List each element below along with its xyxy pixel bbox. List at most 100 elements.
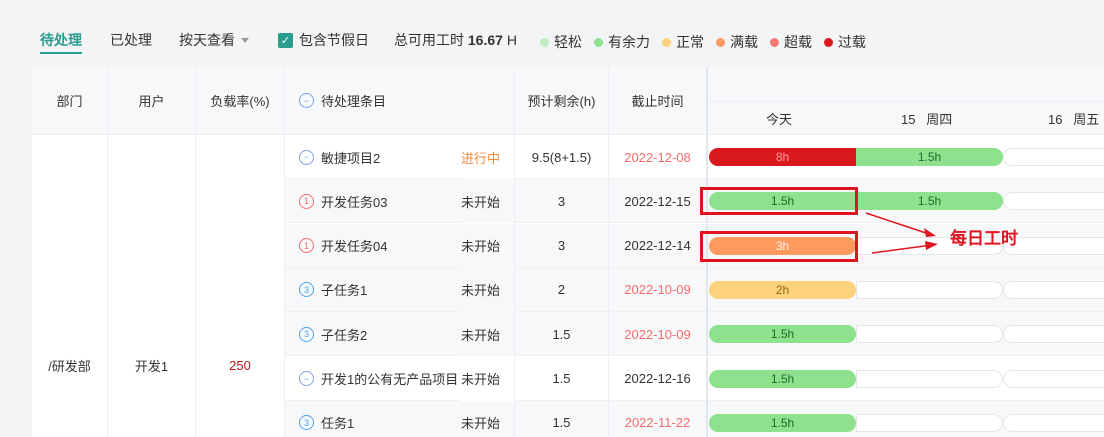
collapse-icon[interactable]: − [299,149,314,165]
legend-item: 正常 [662,32,704,52]
tab-pending[interactable]: 待处理 [40,30,82,50]
item-name-cell: 3 子任务2 [285,312,461,356]
daily-hours-bar[interactable]: 1.5h [856,148,1003,166]
col-dept: 部门 [32,67,108,135]
item-name-cell: 1 开发任务03 [285,179,461,223]
daily-hours-bar[interactable]: 1.5h [709,413,856,432]
table-row[interactable]: − 敏捷项目2 进行中 9.5(8+1.5) 2022-12-08 8h 1.5h [285,135,1104,179]
empty-hours-bar [1003,148,1104,166]
annotation-box-1 [700,187,858,215]
item-remaining: 1.5 [515,312,609,357]
item-name-cell: 3 任务1 [285,401,461,437]
table-row[interactable]: 3 任务1 未开始 1.5 2022-11-22 1.5h [285,400,1104,437]
empty-hours-bar [1003,280,1104,299]
item-status: 未开始 [461,312,515,357]
col-items: − 待处理条目 [285,67,515,135]
priority-icon: 3 [299,415,314,431]
tab-processed[interactable]: 已处理 [110,30,152,50]
day-15: 15 周四 [901,112,953,127]
dept-cell: /研发部 [32,135,108,437]
empty-hours-bar [1003,325,1104,344]
active-tab-indicator [40,52,82,54]
view-select[interactable]: 按天查看 [179,30,249,50]
daily-hours-bar[interactable]: 8h [709,148,856,166]
item-name[interactable]: 子任务1 [321,280,367,299]
legend-dot-icon [824,37,833,47]
legend-item: 有余力 [594,32,650,52]
item-name-cell: − 敏捷项目2 [285,135,461,179]
holiday-checkbox[interactable]: ✓ 包含节假日 [278,30,369,50]
day-today: 今天 [766,112,793,127]
col-deadline: 截止时间 [609,67,708,135]
empty-hours-bar [856,413,1003,432]
legend-dot-icon [770,37,779,47]
legend-label: 正常 [676,34,704,50]
priority-icon: 3 [299,282,314,298]
legend-dot-icon [662,37,671,47]
legend-label: 有余力 [608,34,650,50]
annotation-box-2 [700,231,858,262]
checkbox-checked-icon: ✓ [278,32,293,48]
col-load: 负载率(%) [196,67,285,135]
legend-label: 轻松 [554,34,582,50]
item-status: 未开始 [461,400,515,437]
col-items-label: 待处理条目 [321,94,387,109]
user-cell: 开发1 [108,135,196,437]
item-name-cell: 3 子任务1 [285,268,461,312]
daily-hours-bar[interactable]: 1.5h [709,325,856,344]
load-cell: 250 [196,135,285,437]
collapse-icon[interactable]: − [299,371,314,386]
item-remaining: 3 [515,179,609,224]
table-row[interactable]: 1 开发任务03 未开始 3 2022-12-15 1.5h 1.5h [285,179,1104,224]
item-deadline: 2022-12-16 [609,356,708,401]
collapse-all-icon[interactable]: − [299,93,314,108]
daily-hours-bar[interactable]: 1.5h [709,369,856,388]
legend-dot-icon [716,37,725,47]
item-name[interactable]: 开发任务04 [321,236,387,255]
legend-item: 轻松 [540,32,582,52]
legend-dot-icon [540,37,549,47]
legend-item: 满载 [716,32,758,52]
item-name-cell: 1 开发任务04 [285,224,461,268]
day-16: 16 周五 [1048,112,1100,127]
holiday-checkbox-label: 包含节假日 [299,32,369,48]
empty-hours-bar [856,325,1003,344]
item-status: 未开始 [461,179,515,224]
empty-hours-bar [856,280,1003,299]
priority-icon: 3 [299,326,314,342]
load-legend: 轻松 有余力 正常 满载 超载 过载 [540,32,866,52]
item-remaining: 1.5 [515,356,609,401]
table-row[interactable]: − 开发1的公有无产品项目 未开始 1.5 2022-12-16 1.5h [285,356,1104,401]
total-hours-label: 总可用工时 [394,32,464,48]
table-row[interactable]: 3 子任务2 未开始 1.5 2022-10-09 1.5h [285,312,1104,357]
caret-down-icon [241,38,249,47]
legend-item: 过载 [824,32,866,52]
col-remain: 预计剩余(h) [515,67,609,135]
item-name[interactable]: 敏捷项目2 [321,148,380,167]
legend-label: 超载 [784,34,812,50]
empty-hours-bar [856,369,1003,388]
item-remaining: 1.5 [515,400,609,437]
annotation-label: 每日工时 [950,229,1018,248]
total-hours-value: 16.67 [467,32,503,48]
empty-hours-bar [1003,413,1104,432]
item-name[interactable]: 开发1的公有无产品项目 [321,369,458,388]
view-select-value: 按天查看 [179,32,235,48]
item-remaining: 3 [515,223,609,268]
empty-hours-bar [1003,236,1104,255]
legend-item: 超载 [770,32,812,52]
item-deadline: 2022-12-08 [609,135,708,179]
item-deadline: 2022-12-15 [609,179,708,224]
item-status: 未开始 [461,267,515,312]
item-name[interactable]: 开发任务03 [321,192,387,211]
legend-label: 满载 [730,34,758,50]
col-user: 用户 [108,67,196,135]
daily-hours-bar[interactable]: 2h [709,280,856,299]
annotation-arrows [865,212,938,254]
legend-dot-icon [594,37,603,47]
item-name[interactable]: 子任务2 [321,325,367,344]
item-deadline: 2022-11-22 [609,400,708,437]
table-row[interactable]: 3 子任务1 未开始 2 2022-10-09 2h [285,267,1104,312]
item-name[interactable]: 任务1 [321,413,354,432]
empty-hours-bar [1003,192,1104,211]
